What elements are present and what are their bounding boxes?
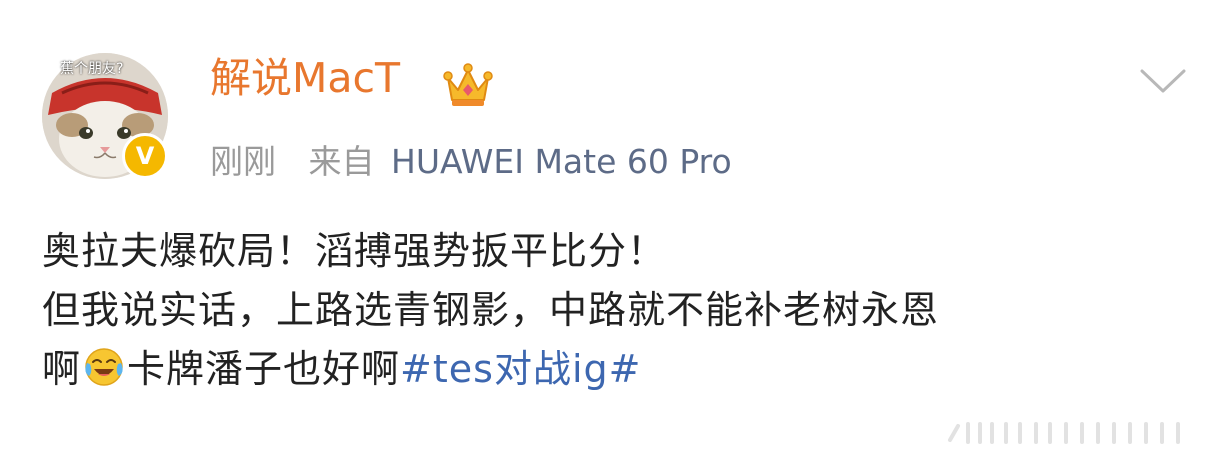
username-link[interactable]: 解说MacT xyxy=(210,58,400,99)
device-name[interactable]: HUAWEI Mate 60 Pro xyxy=(391,142,732,181)
content-text: 啊 xyxy=(42,347,82,391)
topic-link[interactable]: #tes对战ig# xyxy=(400,347,641,391)
from-label: 来自 xyxy=(308,142,375,181)
weibo-post: 蕉个朋友? V 解说MacT 刚刚 来自 HUAWEI Mate 60 Pro … xyxy=(0,0,1220,457)
verified-badge-icon: V xyxy=(122,133,168,179)
content-line-1: 奥拉夫爆砍局！滔搏强势扳平比分！ xyxy=(42,229,667,273)
content-line-2: 但我说实话，上路选青钢影，中路就不能补老树永恩 xyxy=(42,288,940,332)
post-content: 奥拉夫爆砍局！滔搏强势扳平比分！ 但我说实话，上路选青钢影，中路就不能补老树永恩… xyxy=(42,222,1202,399)
watermark-strokes xyxy=(948,422,1180,444)
post-time: 刚刚 xyxy=(210,142,276,181)
post-meta: 刚刚 来自 HUAWEI Mate 60 Pro xyxy=(210,145,732,178)
content-text: 卡牌潘子也好啊 xyxy=(127,347,401,391)
verified-badge-label: V xyxy=(135,142,155,170)
crown-icon xyxy=(443,63,493,106)
chevron-down-icon[interactable] xyxy=(1138,66,1188,96)
avatar-caption: 蕉个朋友? xyxy=(60,61,124,77)
laughing-crying-emoji-icon xyxy=(85,348,123,386)
content-line-3: 啊 卡牌潘子也好啊#tes对战ig# xyxy=(42,340,1202,399)
